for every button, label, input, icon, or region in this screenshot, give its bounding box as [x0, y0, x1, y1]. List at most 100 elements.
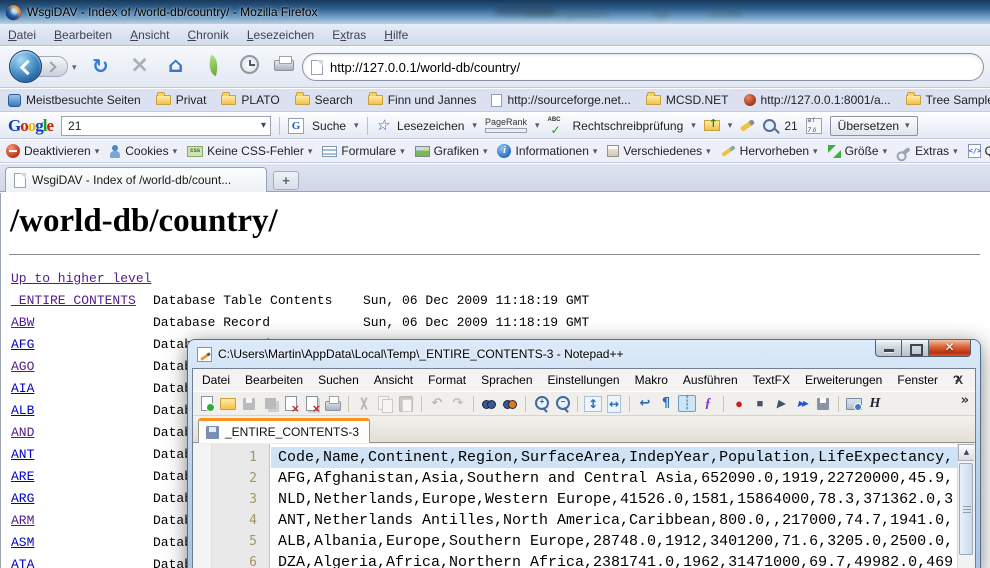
- maximize-button[interactable]: [902, 340, 928, 357]
- bookmark-item[interactable]: PLATO: [221, 93, 279, 107]
- bookmark-item[interactable]: MCSD.NET: [646, 93, 729, 107]
- back-button[interactable]: [9, 50, 42, 83]
- npp-menu-textfx[interactable]: TextFX: [753, 373, 790, 387]
- webdev-item[interactable]: iInformationen▾: [497, 144, 597, 158]
- dropdown-caret-icon[interactable]: ▾: [483, 146, 488, 157]
- webdev-item[interactable]: Deaktivieren▾: [6, 144, 99, 158]
- document-tab[interactable]: _ENTIRE_CONTENTS-3: [198, 418, 370, 443]
- npp-menu-bearbeiten[interactable]: Bearbeiten: [245, 373, 303, 387]
- webdev-item[interactable]: Verschiedenes▾: [607, 144, 710, 158]
- bookmark-item[interactable]: Privat: [156, 93, 207, 107]
- bookmarks-dropdown-icon[interactable]: ▾: [472, 120, 477, 131]
- word-wrap-icon[interactable]: [636, 395, 654, 412]
- close-button[interactable]: ✕: [928, 340, 971, 357]
- show-all-chars-icon[interactable]: [657, 395, 675, 412]
- zoom-in-icon[interactable]: [532, 395, 550, 412]
- webdev-item[interactable]: Extras▾: [897, 144, 958, 158]
- open-file-icon[interactable]: [219, 395, 237, 412]
- directory-link-and[interactable]: AND: [11, 422, 153, 444]
- dropdown-caret-icon[interactable]: ▾: [95, 146, 100, 157]
- dropdown-caret-icon[interactable]: ▾: [706, 146, 711, 157]
- close-document-icon[interactable]: [282, 395, 300, 412]
- bookmark-item[interactable]: http://sourceforge.net...: [491, 93, 630, 107]
- send-to-icon[interactable]: [704, 120, 720, 131]
- new-file-icon[interactable]: [198, 395, 216, 412]
- print-icon[interactable]: [274, 60, 294, 71]
- webdev-item[interactable]: Formulare▾: [322, 144, 404, 158]
- zoom-out-icon[interactable]: [553, 395, 571, 412]
- webdev-item[interactable]: Größe▾: [828, 144, 888, 158]
- replace-icon[interactable]: [501, 395, 519, 412]
- google-search-button[interactable]: Suche: [312, 119, 346, 133]
- menu-item-ansicht[interactable]: Ansicht: [130, 28, 169, 42]
- npp-menu-makro[interactable]: Makro: [635, 373, 668, 387]
- undo-icon[interactable]: [428, 395, 446, 412]
- editor-text[interactable]: Code,Name,Continent,Region,SurfaceArea,I…: [271, 444, 957, 568]
- directory-link-afg[interactable]: AFG: [11, 334, 153, 356]
- up-to-higher-level-link[interactable]: Up to higher level: [11, 271, 151, 286]
- webdev-item[interactable]: Cookies▾: [109, 144, 177, 158]
- dropdown-caret-icon[interactable]: ▾: [593, 146, 598, 157]
- directory-link-abw[interactable]: ABW: [11, 312, 153, 334]
- print-icon[interactable]: [324, 395, 342, 412]
- history-clock-icon[interactable]: [240, 55, 259, 74]
- menu-item-bearbeiten[interactable]: Bearbeiten: [54, 28, 112, 42]
- notepadpp-titlebar[interactable]: C:\Users\Martin\AppData\Local\Temp\_ENTI…: [188, 340, 980, 368]
- hex-editor-icon[interactable]: [866, 395, 884, 412]
- directory-link-are[interactable]: ARE: [11, 466, 153, 488]
- minimize-button[interactable]: [875, 340, 902, 357]
- npp-menu-fenster[interactable]: Fenster: [897, 373, 938, 387]
- spellcheck-dropdown-icon[interactable]: ▾: [691, 120, 696, 131]
- indent-guide-icon[interactable]: [678, 395, 696, 412]
- home-icon[interactable]: ⌂: [168, 53, 183, 77]
- directory-link-ata[interactable]: ATA: [11, 554, 153, 568]
- sync-horizontal-icon[interactable]: [605, 395, 623, 412]
- address-url[interactable]: http://127.0.0.1/world-db/country/: [330, 60, 520, 75]
- word-find-icon[interactable]: [763, 119, 776, 132]
- directory-link-ago[interactable]: AGO: [11, 356, 153, 378]
- save-all-icon[interactable]: [261, 395, 279, 412]
- scroll-up-icon[interactable]: ▲: [958, 444, 974, 461]
- directory-link-entirecontents[interactable]: _ENTIRE_CONTENTS: [11, 290, 153, 312]
- dropdown-caret-icon[interactable]: ▾: [400, 146, 405, 157]
- directory-link-asm[interactable]: ASM: [11, 532, 153, 554]
- directory-link-ant[interactable]: ANT: [11, 444, 153, 466]
- new-tab-button[interactable]: +: [273, 171, 299, 190]
- macro-stop-icon[interactable]: [751, 395, 769, 412]
- vertical-scrollbar[interactable]: ▲: [957, 444, 974, 568]
- save-icon[interactable]: [240, 395, 258, 412]
- macro-play-icon[interactable]: [772, 395, 790, 412]
- paste-icon[interactable]: [397, 395, 415, 412]
- spellcheck-button[interactable]: Rechtschreibprüfung: [573, 119, 684, 133]
- npp-menu-format[interactable]: Format: [428, 373, 466, 387]
- webdev-item[interactable]: </>Quelltext: [968, 144, 990, 158]
- toolbar-overflow-chevron-icon[interactable]: »: [961, 393, 969, 408]
- menu-item-chronik[interactable]: Chronik: [187, 28, 228, 42]
- dropdown-caret-icon[interactable]: ▾: [308, 146, 313, 157]
- npp-menu-sprachen[interactable]: Sprachen: [481, 373, 532, 387]
- menu-item-extras[interactable]: Extras: [332, 28, 366, 42]
- webdev-item[interactable]: cssKeine CSS-Fehler▾: [187, 144, 312, 158]
- npp-menu-suchen[interactable]: Suchen: [318, 373, 359, 387]
- browser-tab[interactable]: WsgiDAV - Index of /world-db/count...: [5, 167, 267, 192]
- bookmark-item[interactable]: Meistbesuchte Seiten: [8, 93, 141, 107]
- dropdown-caret-icon[interactable]: ▾: [813, 146, 818, 157]
- macro-run-multiple-icon[interactable]: [793, 395, 811, 412]
- npp-menu-ausführen[interactable]: Ausführen: [683, 373, 738, 387]
- stop-icon[interactable]: ×: [130, 52, 149, 78]
- find-icon[interactable]: [480, 395, 498, 412]
- dropdown-caret-icon[interactable]: ▾: [173, 146, 178, 157]
- bookmark-item[interactable]: Finn und Jannes: [368, 93, 477, 107]
- reload-icon[interactable]: ↻: [92, 54, 109, 78]
- google-search-input[interactable]: 21: [61, 116, 271, 136]
- pagerank-dropdown-icon[interactable]: ▾: [535, 120, 540, 131]
- directory-link-arg[interactable]: ARG: [11, 488, 153, 510]
- npp-menu-einstellungen[interactable]: Einstellungen: [548, 373, 620, 387]
- directory-link-arm[interactable]: ARM: [11, 510, 153, 532]
- npp-menu-ansicht[interactable]: Ansicht: [374, 373, 413, 387]
- highlighter-icon[interactable]: [740, 119, 755, 132]
- directory-link-aia[interactable]: AIA: [11, 378, 153, 400]
- editor-area[interactable]: 123456 Code,Name,Continent,Region,Surfac…: [194, 444, 974, 568]
- address-bar[interactable]: http://127.0.0.1/world-db/country/: [302, 53, 984, 81]
- menu-item-hilfe[interactable]: Hilfe: [384, 28, 408, 42]
